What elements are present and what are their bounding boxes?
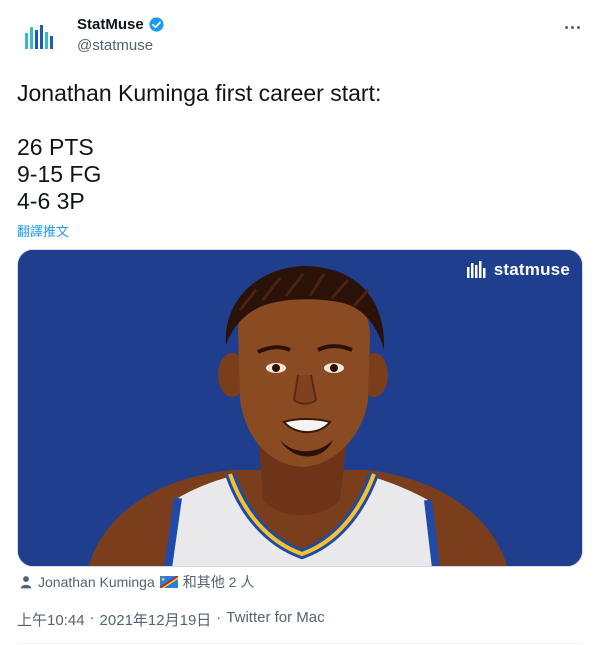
tweet-date[interactable]: 2021年12月19日 xyxy=(100,609,212,630)
tweet-time[interactable]: 上午10:44 xyxy=(17,609,85,630)
tweet-source[interactable]: Twitter for Mac xyxy=(226,609,324,630)
account-names: StatMuse @statmuse xyxy=(77,16,165,54)
dr-congo-flag-icon xyxy=(159,576,178,588)
tweet-text: Jonathan Kuminga first career start: 26 … xyxy=(17,80,583,215)
account-handle[interactable]: @statmuse xyxy=(77,37,165,54)
tweet-header: StatMuse @statmuse xyxy=(16,12,584,62)
tweet-line: 26 PTS xyxy=(17,134,94,160)
translate-tweet-link[interactable]: 翻譯推文 xyxy=(17,221,69,240)
brand-text: statmuse xyxy=(493,260,570,279)
player-illustration xyxy=(18,250,582,566)
divider xyxy=(17,643,583,644)
tweet-media-image[interactable]: statmuse xyxy=(17,249,583,567)
verified-badge-icon xyxy=(149,17,164,32)
separator: · xyxy=(89,609,95,626)
person-icon xyxy=(20,576,32,589)
tagged-person-name[interactable]: Jonathan Kuminga xyxy=(38,574,155,590)
tagged-others[interactable]: 和其他 2 人 xyxy=(183,572,255,592)
tweet-line: 9-15 FG xyxy=(17,161,102,187)
statmuse-logo-icon xyxy=(25,25,53,49)
statmuse-logo-icon xyxy=(466,261,486,278)
tweet-line xyxy=(17,107,583,134)
avatar[interactable] xyxy=(16,14,64,62)
more-horizontal-icon[interactable] xyxy=(562,18,582,36)
display-name-row[interactable]: StatMuse xyxy=(77,16,165,33)
separator: · xyxy=(216,609,222,626)
tweet-line: Jonathan Kuminga first career start: xyxy=(17,80,382,106)
tweet-metadata: 上午10:44 · 2021年12月19日 · Twitter for Mac xyxy=(17,609,325,630)
tweet-line: 4-6 3P xyxy=(17,188,85,214)
statmuse-watermark: statmuse xyxy=(466,260,570,280)
display-name[interactable]: StatMuse xyxy=(77,16,144,33)
tagged-people[interactable]: Jonathan Kuminga 和其他 2 人 xyxy=(19,572,254,592)
